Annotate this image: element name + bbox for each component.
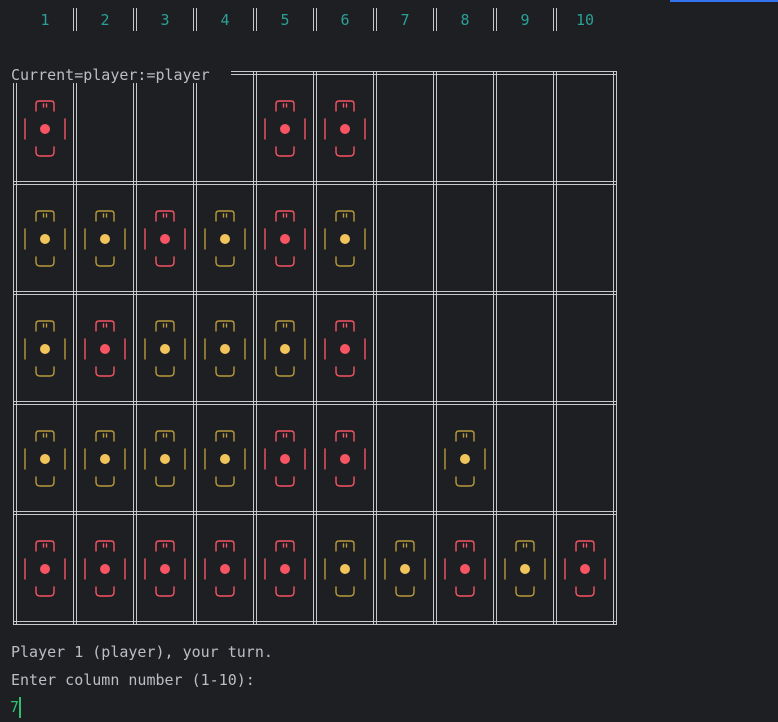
yellow-disc-icon <box>24 210 66 267</box>
column-input-prompt: Enter column number (1-10): <box>11 671 255 689</box>
red-disc-icon <box>324 430 366 487</box>
yellow-disc-icon <box>144 320 186 377</box>
game-board: 1 2 3 4 5 6 7 8 9 10 Current=player:=player <box>11 8 617 625</box>
red-disc-icon <box>564 540 606 597</box>
column-input[interactable]: 7 <box>10 698 19 716</box>
red-disc-icon <box>324 320 366 377</box>
red-disc-icon <box>264 210 306 267</box>
yellow-disc-icon <box>384 540 426 597</box>
yellow-disc-icon <box>444 430 486 487</box>
red-disc-icon <box>204 540 246 597</box>
red-disc-icon <box>84 540 126 597</box>
column-number-9: 9 <box>520 11 529 29</box>
red-disc-icon <box>324 100 366 157</box>
turn-prompt: Player 1 (player), your turn. <box>11 643 273 661</box>
yellow-disc-icon <box>204 210 246 267</box>
column-number-7: 7 <box>400 11 409 29</box>
red-disc-icon <box>264 430 306 487</box>
column-number-1: 1 <box>40 11 49 29</box>
status-line: Current=player:=player <box>11 66 210 84</box>
column-number-5: 5 <box>280 11 289 29</box>
red-disc-icon <box>264 540 306 597</box>
red-disc-icon <box>24 100 66 157</box>
yellow-disc-icon <box>204 430 246 487</box>
yellow-disc-icon <box>324 540 366 597</box>
yellow-disc-icon <box>144 430 186 487</box>
red-disc-icon <box>264 100 306 157</box>
red-disc-icon <box>144 540 186 597</box>
column-number-4: 4 <box>220 11 229 29</box>
board-pieces <box>24 100 606 597</box>
text-cursor[interactable] <box>19 697 21 718</box>
column-number-3: 3 <box>160 11 169 29</box>
red-disc-icon <box>444 540 486 597</box>
column-number-6: 6 <box>340 11 349 29</box>
red-disc-icon <box>144 210 186 267</box>
yellow-disc-icon <box>324 210 366 267</box>
red-disc-icon <box>24 540 66 597</box>
column-number-header: 1 2 3 4 5 6 7 8 9 10 <box>40 8 594 31</box>
yellow-disc-icon <box>204 320 246 377</box>
yellow-disc-icon <box>264 320 306 377</box>
column-number-8: 8 <box>460 11 469 29</box>
red-disc-icon <box>84 320 126 377</box>
terminal-window: 1 2 3 4 5 6 7 8 9 10 Current=player:=player Playe… <box>0 0 778 722</box>
column-number-2: 2 <box>100 11 109 29</box>
yellow-disc-icon <box>504 540 546 597</box>
column-number-10: 10 <box>576 11 594 29</box>
yellow-disc-icon <box>84 430 126 487</box>
yellow-disc-icon <box>24 430 66 487</box>
yellow-disc-icon <box>24 320 66 377</box>
yellow-disc-icon <box>84 210 126 267</box>
